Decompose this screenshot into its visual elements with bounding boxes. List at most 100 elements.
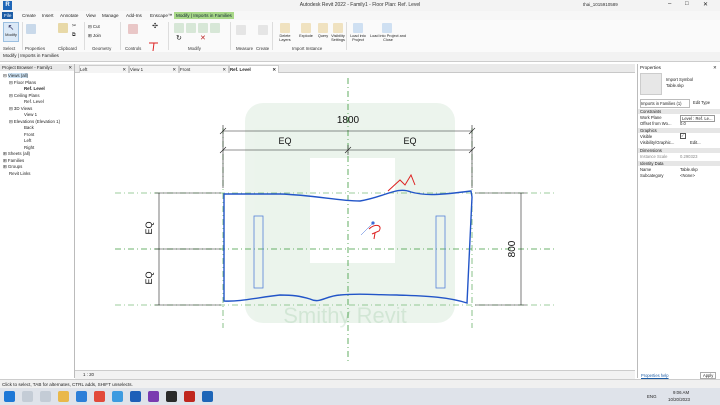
tab-create[interactable]: Create <box>20 12 38 19</box>
prop-subcategory-value[interactable]: <None> <box>680 173 695 178</box>
explode-button[interactable]: Explode <box>296 34 316 38</box>
edge-icon[interactable] <box>76 391 87 402</box>
tab-insert[interactable]: Insert <box>40 12 56 19</box>
visibility-settings-button[interactable]: Visibility Settings <box>328 34 348 42</box>
zalo-icon[interactable] <box>112 391 123 402</box>
tab-view-ref-level[interactable]: Ref. Level ✕ <box>229 65 279 73</box>
tree-groups[interactable]: ⊞ Groups <box>3 164 22 170</box>
dimension-800[interactable]: 800 <box>507 240 518 257</box>
copy-icon[interactable]: ⧉ <box>72 32 76 38</box>
prop-name-value[interactable]: Table.skp <box>680 167 698 172</box>
cut-icon[interactable]: ✂ <box>72 23 76 29</box>
task-view-icon[interactable] <box>40 391 51 402</box>
dimension-1800[interactable]: 1800 <box>337 115 360 126</box>
clock-time[interactable]: 9:06 AM <box>673 390 689 395</box>
tree-3d-views[interactable]: ⊟ 3D Views <box>9 106 32 112</box>
dimension-left-vertical[interactable] <box>155 192 221 306</box>
move-icon[interactable] <box>210 23 220 33</box>
delete-icon[interactable]: ✕ <box>200 34 206 42</box>
autocad-icon[interactable] <box>184 391 195 402</box>
join-geometry-button[interactable]: ⊞ Join <box>88 33 101 39</box>
measure-icon[interactable] <box>236 25 246 35</box>
dimension-eq-top[interactable]: EQ <box>144 221 154 234</box>
section-constraints[interactable]: Constraints <box>638 109 720 114</box>
search-icon[interactable] <box>22 391 33 402</box>
section-identity-data[interactable]: Identity Data <box>638 161 720 166</box>
tree-back[interactable]: Back <box>24 125 34 130</box>
tree-floor-plans[interactable]: ⊟ Floor Plans <box>9 80 36 86</box>
drawing-canvas[interactable]: Smithy Revit 1800 EQ EQ EQ EQ 800 <box>75 73 635 369</box>
mirror-icon[interactable] <box>198 23 208 33</box>
paste-icon[interactable] <box>58 23 68 33</box>
dimension-eq-left[interactable]: EQ <box>278 136 291 146</box>
edit-type-button[interactable]: Edit Type <box>693 99 710 106</box>
load-into-project-button[interactable]: Load into Project <box>346 34 370 42</box>
section-dimensions[interactable]: Dimensions <box>638 148 720 153</box>
tree-view-1[interactable]: View 1 <box>24 112 37 117</box>
instance-selector[interactable]: Imports in Families (1) <box>640 99 690 108</box>
prop-offset-value[interactable]: 0.0 <box>680 121 686 126</box>
close-icon[interactable]: ✕ <box>713 65 717 71</box>
tab-enscape[interactable]: Enscape™ <box>148 12 174 19</box>
tree-right[interactable]: Right <box>24 145 34 150</box>
cut-geometry-button[interactable]: ⊟ Cut <box>88 24 100 30</box>
properties-help-link[interactable]: Properties help <box>641 373 669 378</box>
tree-ref-level[interactable]: Ref. Level <box>24 86 45 91</box>
tab-view-1[interactable]: View 1 ✕ <box>129 65 179 73</box>
group-select[interactable]: Select <box>3 46 15 51</box>
tree-revit-links[interactable]: Revit Links <box>9 171 30 176</box>
tree-families[interactable]: ⊞ Families <box>3 158 24 164</box>
modify-button[interactable]: ↖ Modify <box>3 22 19 42</box>
delete-layers-button[interactable]: Delete Layers <box>274 34 296 42</box>
close-icon[interactable]: ✕ <box>222 66 226 73</box>
tab-view-left[interactable]: Left ✕ <box>79 65 129 73</box>
tree-ceiling-plans[interactable]: ⊟ Ceiling Plans <box>9 93 40 99</box>
tree-sheets[interactable]: ⊞ Sheets (all) <box>3 151 30 157</box>
app-icon[interactable] <box>166 391 177 402</box>
activate-button[interactable]: ✣ <box>146 22 164 42</box>
maximize-icon[interactable]: □ <box>685 1 689 7</box>
clock-date[interactable]: 10/20/2023 <box>668 397 690 402</box>
cursor-arrow-icon: ↖ <box>7 23 15 32</box>
file-explorer-icon[interactable] <box>58 391 69 402</box>
visible-checkbox[interactable]: ✓ <box>680 133 686 139</box>
close-icon[interactable]: ✕ <box>703 1 708 8</box>
tab-view[interactable]: View <box>84 12 98 19</box>
section-graphics[interactable]: Graphics <box>638 128 720 133</box>
chrome-icon[interactable] <box>94 391 105 402</box>
windows-start-icon[interactable] <box>4 391 15 402</box>
minimize-icon[interactable]: – <box>668 1 671 7</box>
tab-addins[interactable]: Add-Ins <box>124 12 144 19</box>
close-icon[interactable]: ✕ <box>172 66 176 73</box>
dimension-eq-right[interactable]: EQ <box>403 136 416 146</box>
revit-taskbar-icon[interactable] <box>202 391 213 402</box>
close-icon[interactable]: ✕ <box>122 66 126 73</box>
user-name[interactable]: thai_1015910589 <box>583 2 618 7</box>
tree-front[interactable]: Front <box>24 132 34 137</box>
rotate-icon[interactable]: ↻ <box>176 34 182 42</box>
language-indicator[interactable]: ENG <box>647 394 657 399</box>
apply-button[interactable]: Apply <box>700 372 717 379</box>
tree-elevations[interactable]: ⊟ Elevations (Elevation 1) <box>9 119 60 125</box>
load-and-close-button[interactable]: Load into Project and Close <box>368 34 408 42</box>
tree-ceiling-ref-level[interactable]: Ref. Level <box>24 99 44 104</box>
word-icon[interactable] <box>130 391 141 402</box>
tree-left[interactable]: Left <box>24 138 31 143</box>
vis-graphics-edit-button[interactable]: Edit... <box>690 140 701 145</box>
align-icon[interactable] <box>174 23 184 33</box>
tab-manage[interactable]: Manage <box>100 12 121 19</box>
close-icon[interactable]: ✕ <box>272 66 276 73</box>
view-scale[interactable]: 1 : 20 <box>83 372 94 377</box>
offset-icon[interactable] <box>186 23 196 33</box>
close-icon[interactable]: ✕ <box>68 64 72 71</box>
dimension-eq-bottom[interactable]: EQ <box>144 271 154 284</box>
properties-icon[interactable] <box>26 24 36 34</box>
tree-views[interactable]: ⊟ Views (all) <box>3 73 29 79</box>
controls-icon[interactable] <box>128 24 138 34</box>
tab-annotate[interactable]: Annotate <box>58 12 80 19</box>
tab-view-front[interactable]: Front ✕ <box>179 65 229 73</box>
app-icon[interactable] <box>148 391 159 402</box>
tab-modify-imports[interactable]: Modify | Imports in Families <box>174 12 234 19</box>
create-icon[interactable] <box>258 25 268 35</box>
tab-file[interactable]: File <box>2 12 14 19</box>
